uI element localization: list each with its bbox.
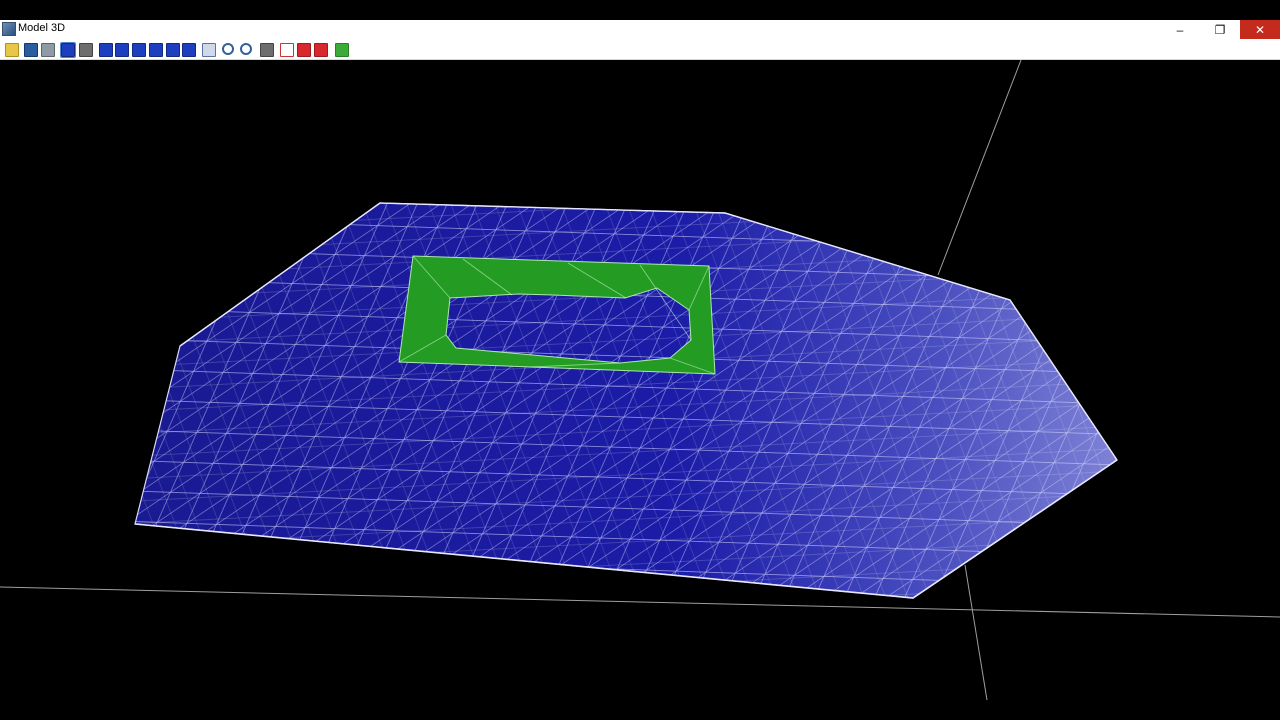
refresh-icon[interactable] — [335, 43, 349, 57]
wireframe-icon[interactable] — [280, 43, 294, 57]
fit-right-icon[interactable] — [115, 43, 129, 57]
solid-red-icon[interactable] — [297, 43, 311, 57]
zoom-window-icon[interactable] — [202, 43, 216, 57]
app-icon — [2, 22, 16, 36]
3d-viewport[interactable] — [0, 60, 1280, 720]
zoom-in-icon[interactable] — [222, 43, 234, 55]
window-title: Model 3D — [18, 22, 66, 34]
minimize-button[interactable]: – — [1160, 20, 1200, 39]
y-axis-line — [937, 60, 1022, 276]
rotate-icon[interactable] — [60, 42, 76, 58]
open-icon[interactable] — [5, 43, 19, 57]
save-icon[interactable] — [24, 43, 38, 57]
top-black-strip — [0, 0, 1280, 20]
zoom-out-icon[interactable] — [240, 43, 252, 55]
fit-vertical-icon[interactable] — [182, 43, 196, 57]
close-button[interactable]: ✕ — [1240, 20, 1280, 39]
terrain-scene — [0, 60, 1280, 701]
fit-top-icon[interactable] — [132, 43, 146, 57]
fit-horizontal-icon[interactable] — [166, 43, 180, 57]
axis-icon[interactable] — [260, 43, 274, 57]
title-bar: Model 3D – ❐ ✕ — [0, 20, 1280, 39]
restore-button[interactable]: ❐ — [1200, 20, 1240, 39]
z-axis-line — [964, 564, 988, 701]
x-axis-line — [0, 586, 1280, 618]
terrain-mesh — [134, 202, 1118, 599]
print-icon[interactable] — [41, 43, 55, 57]
pan-icon[interactable] — [79, 43, 93, 57]
fit-bottom-icon[interactable] — [149, 43, 163, 57]
fit-left-icon[interactable] — [99, 43, 113, 57]
solid-icon[interactable] — [314, 43, 328, 57]
toolbar — [0, 39, 1280, 60]
